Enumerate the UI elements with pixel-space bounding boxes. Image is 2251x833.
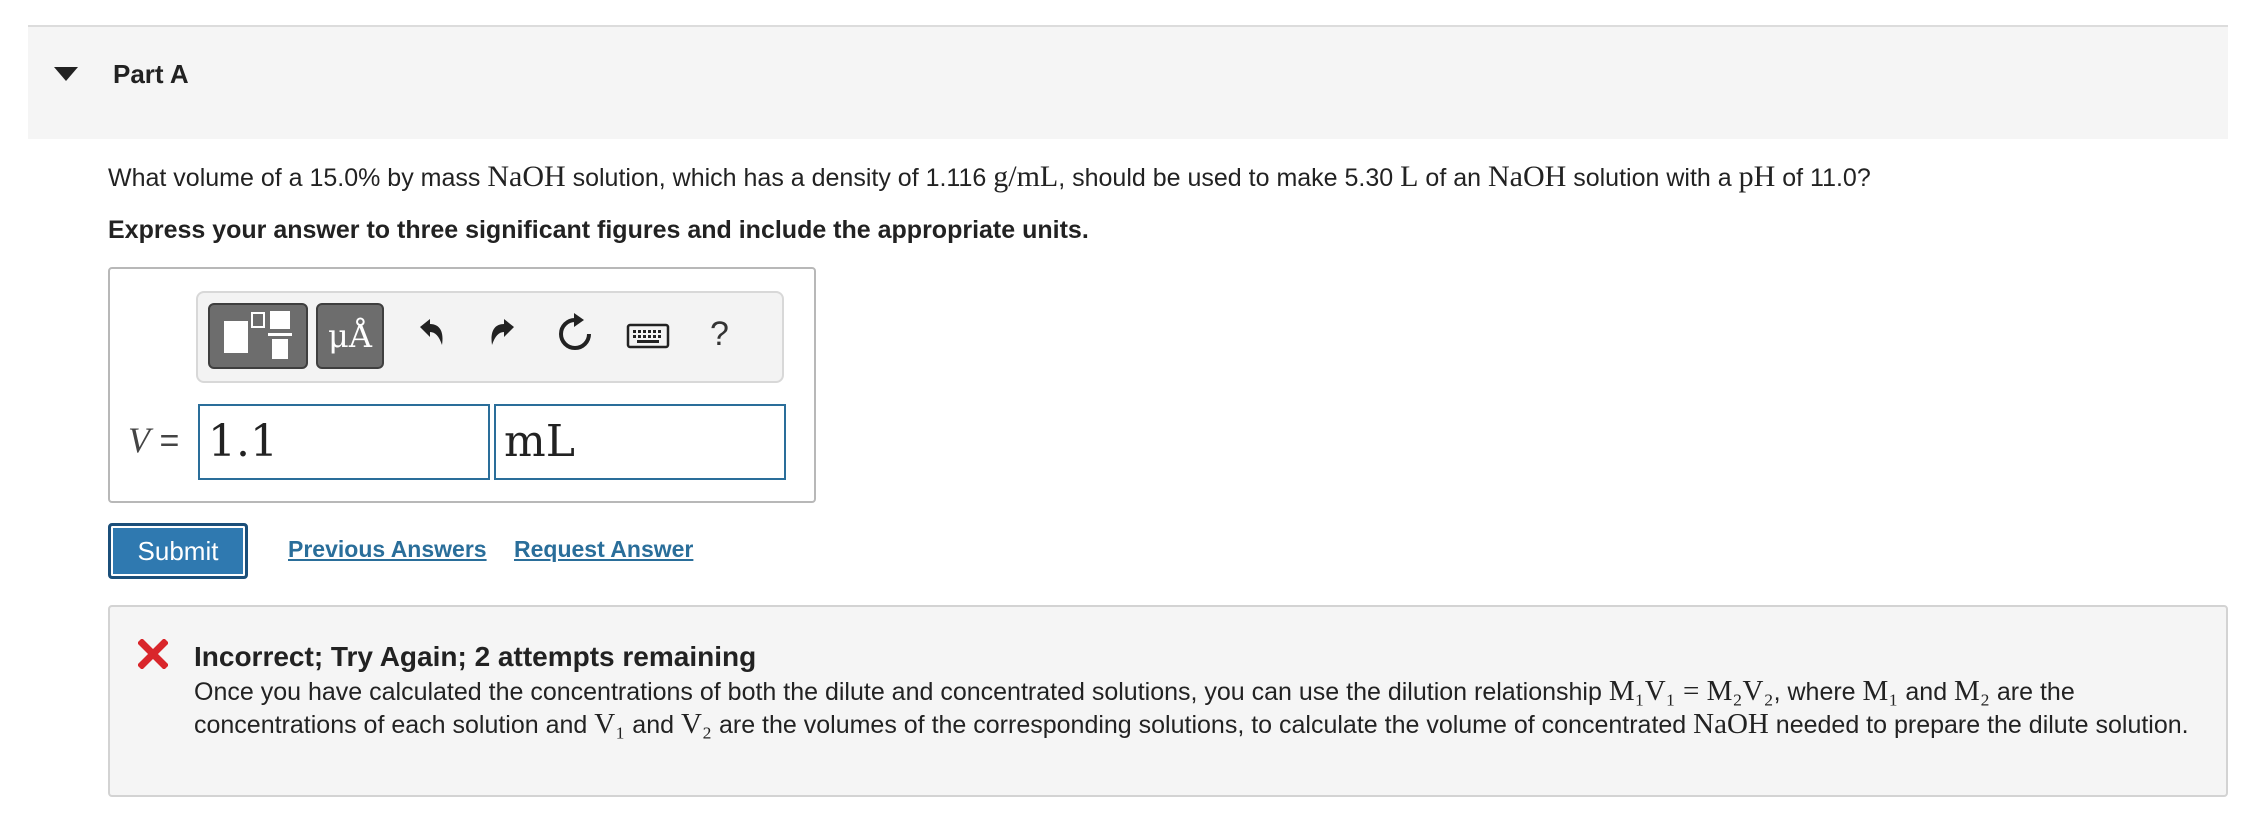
math-toolbar: μÅ ?	[196, 291, 784, 383]
previous-answers-link[interactable]: Previous Answers	[288, 536, 487, 563]
answer-instruction: Express your answer to three significant…	[108, 216, 1089, 244]
undo-icon[interactable]	[408, 311, 454, 357]
units-button[interactable]: μÅ	[316, 303, 384, 369]
fb-math-v2: V₂	[680, 708, 713, 740]
feedback-title: Incorrect; Try Again; 2 attempts remaini…	[194, 641, 757, 672]
question-math-naoh-2: NaOH	[1487, 160, 1567, 193]
equals-sign: =	[150, 422, 180, 460]
fb-math-v1: V₁	[594, 708, 626, 740]
incorrect-x-icon	[138, 639, 168, 669]
fb-math-naoh: NaOH	[1693, 708, 1769, 740]
request-answer-link[interactable]: Request Answer	[514, 536, 693, 563]
question-text-4: of an	[1418, 164, 1488, 192]
keyboard-icon[interactable]	[626, 311, 670, 357]
question-text-6: of 11.0?	[1775, 164, 1871, 192]
submit-button[interactable]: Submit	[108, 523, 248, 579]
redo-icon[interactable]	[480, 311, 526, 357]
fb-text-7: needed to prepare the dilute solution.	[1768, 711, 2189, 739]
question-text-5: solution with a	[1566, 164, 1739, 192]
question-math-ph: pH	[1738, 160, 1776, 193]
part-header[interactable]: Part A	[28, 27, 2228, 139]
part-title: Part A	[113, 59, 189, 89]
fb-text-1: Once you have calculated the concentrati…	[194, 678, 1609, 706]
fb-math-m2: M₂	[1954, 675, 1990, 707]
answer-box: μÅ ? V = 1.1 mL	[108, 267, 816, 503]
variable-label: V =	[128, 419, 179, 461]
question-text: What volume of a 15.0% by mass NaOH solu…	[108, 160, 1871, 194]
fb-text-6: are the volumes of the corresponding sol…	[712, 711, 1694, 739]
answer-value-input[interactable]: 1.1	[198, 404, 490, 480]
question-text-1: What volume of a 15.0% by mass	[108, 164, 488, 192]
feedback-panel: Incorrect; Try Again; 2 attempts remaini…	[108, 605, 2228, 797]
fb-text-3: and	[1898, 678, 1955, 706]
question-text-3: , should be used to make 5.30	[1058, 164, 1401, 192]
variable-symbol: V	[128, 420, 150, 460]
answer-unit-input[interactable]: mL	[494, 404, 786, 480]
help-icon[interactable]: ?	[710, 315, 729, 354]
question-math-liter: L	[1400, 160, 1419, 193]
reset-icon[interactable]	[552, 311, 598, 357]
caret-down-icon[interactable]	[54, 67, 78, 81]
templates-icon	[224, 311, 292, 359]
templates-button[interactable]	[208, 303, 308, 369]
question-math-density-unit: g/mL	[993, 160, 1059, 193]
feedback-body: Once you have calculated the concentrati…	[194, 675, 2204, 741]
fb-text-5: and	[625, 711, 681, 739]
question-text-2: solution, which has a density of 1.116	[565, 164, 994, 192]
question-math-naoh: NaOH	[487, 160, 566, 193]
fb-math-m1: M₁	[1862, 675, 1899, 707]
fb-text-2: , where	[1773, 678, 1863, 706]
fb-math-dilution-equation: M₁V₁ = M₂V₂	[1608, 675, 1774, 707]
